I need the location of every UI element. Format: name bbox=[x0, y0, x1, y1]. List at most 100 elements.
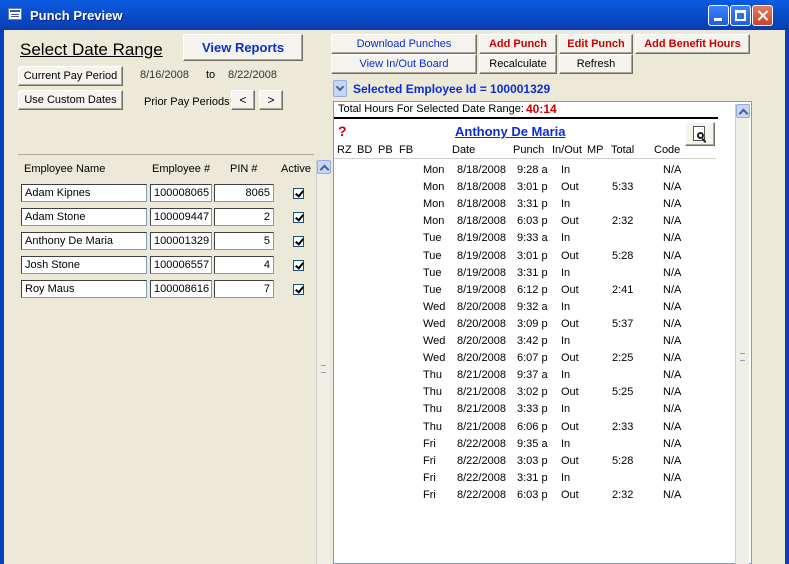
punch-in-out: Out bbox=[561, 215, 579, 228]
punch-in-out: Out bbox=[561, 454, 579, 467]
punch-in-out: Out bbox=[561, 181, 579, 194]
employee-name-field[interactable]: Adam Stone bbox=[21, 208, 147, 226]
window-title: Punch Preview bbox=[30, 8, 123, 23]
pin-field[interactable]: 8065 bbox=[214, 184, 274, 202]
col-date: Date bbox=[452, 144, 476, 156]
punch-code: N/A bbox=[663, 266, 682, 279]
punch-code: N/A bbox=[663, 215, 682, 228]
active-checkbox[interactable] bbox=[293, 260, 304, 271]
punch-code: N/A bbox=[663, 198, 682, 211]
punch-day: Tue bbox=[423, 249, 442, 262]
punch-time: 3:42 p bbox=[517, 335, 548, 347]
punch-date: 8/22/2008 bbox=[457, 471, 506, 484]
punch-total: 2:32 bbox=[612, 488, 634, 501]
punch-code: N/A bbox=[663, 454, 682, 467]
active-checkbox[interactable] bbox=[293, 212, 304, 223]
download-punches-button[interactable]: Download Punches bbox=[331, 34, 477, 54]
refresh-button[interactable]: Refresh bbox=[559, 54, 633, 74]
punch-list-scrollbar[interactable] bbox=[735, 104, 750, 564]
recalculate-button[interactable]: Recalculate bbox=[479, 54, 557, 74]
punch-date: 8/21/2008 bbox=[457, 386, 506, 399]
active-checkbox[interactable] bbox=[293, 236, 304, 247]
punch-in-out: Out bbox=[561, 420, 579, 433]
section-title: Select Date Range bbox=[20, 40, 163, 59]
employee-name-field[interactable]: Roy Maus bbox=[21, 280, 147, 298]
employee-number-field[interactable]: 100009447 bbox=[150, 208, 212, 226]
chevron-down-icon bbox=[335, 82, 345, 92]
punch-time: 6:06 p bbox=[517, 420, 548, 433]
scroll-grip-icon bbox=[321, 365, 326, 373]
punch-day: Wed bbox=[423, 352, 446, 365]
add-benefit-hours-button[interactable]: Add Benefit Hours bbox=[635, 34, 750, 54]
close-button[interactable] bbox=[752, 5, 773, 26]
punch-date: 8/19/2008 bbox=[457, 249, 506, 262]
punch-in-out: Out bbox=[561, 488, 579, 501]
punch-date: 8/20/2008 bbox=[457, 317, 506, 330]
employee-number-field[interactable]: 100001329 bbox=[150, 232, 212, 250]
col-punch: Punch bbox=[513, 144, 545, 156]
punch-time: 6:12 p bbox=[517, 283, 548, 296]
panel-top-rule bbox=[334, 117, 718, 119]
employee-name-field[interactable]: Josh Stone bbox=[21, 256, 147, 274]
punch-day: Thu bbox=[423, 403, 442, 416]
punch-time: 3:33 p bbox=[517, 403, 548, 416]
punch-in-out: Out bbox=[561, 283, 579, 296]
view-reports-button[interactable]: View Reports bbox=[183, 34, 303, 61]
pin-field[interactable]: 4 bbox=[214, 256, 274, 274]
punch-date: 8/18/2008 bbox=[457, 164, 506, 176]
employee-name-field[interactable]: Anthony De Maria bbox=[21, 232, 147, 250]
minimize-button[interactable] bbox=[708, 5, 729, 26]
scroll-up-icon[interactable] bbox=[317, 160, 331, 174]
employee-name-field[interactable]: Adam Kipnes bbox=[21, 184, 147, 202]
employee-number-field[interactable]: 100008616 bbox=[150, 280, 212, 298]
scroll-up-icon[interactable] bbox=[736, 104, 750, 118]
col-rz: RZ bbox=[337, 144, 352, 156]
col-bd: BD bbox=[357, 144, 373, 156]
punch-in-out: In bbox=[561, 471, 571, 484]
pin-field[interactable]: 2 bbox=[214, 208, 274, 226]
punch-total: 2:33 bbox=[612, 420, 634, 433]
employee-number-field[interactable]: 100006557 bbox=[150, 256, 212, 274]
active-checkbox[interactable] bbox=[293, 188, 304, 199]
punch-day: Wed bbox=[423, 300, 446, 313]
punch-total: 2:41 bbox=[612, 283, 634, 296]
prior-period-next-button[interactable]: > bbox=[259, 90, 283, 110]
current-pay-period-button[interactable]: Current Pay Period bbox=[18, 66, 123, 86]
employee-list-scrollbar[interactable] bbox=[316, 160, 331, 564]
punch-time: 3:09 p bbox=[517, 317, 548, 330]
pin-field[interactable]: 7 bbox=[214, 280, 274, 298]
use-custom-dates-button[interactable]: Use Custom Dates bbox=[18, 90, 123, 110]
employee-name-link[interactable]: Anthony De Maria bbox=[455, 124, 566, 139]
total-hours-value: 40:14 bbox=[526, 102, 557, 116]
title-bar[interactable]: Punch Preview bbox=[0, 0, 789, 30]
punch-code: N/A bbox=[663, 181, 682, 194]
employee-dropdown-button[interactable] bbox=[333, 80, 347, 97]
punch-date: 8/22/2008 bbox=[457, 488, 506, 501]
active-checkbox[interactable] bbox=[293, 284, 304, 295]
punch-day: Thu bbox=[423, 420, 442, 433]
prior-period-prev-button[interactable]: < bbox=[231, 90, 255, 110]
punch-in-out: Out bbox=[561, 352, 579, 365]
maximize-button[interactable] bbox=[730, 5, 751, 26]
punch-total: 5:37 bbox=[612, 317, 634, 330]
help-question-icon[interactable]: ? bbox=[338, 123, 347, 139]
punch-total: 2:32 bbox=[612, 215, 634, 228]
punch-in-out: In bbox=[561, 335, 571, 347]
add-punch-button[interactable]: Add Punch bbox=[479, 34, 557, 54]
col-mp: MP bbox=[587, 144, 604, 156]
punch-code: N/A bbox=[663, 386, 682, 399]
col-active: Active bbox=[281, 163, 311, 175]
punch-total: 2:25 bbox=[612, 352, 634, 365]
window-border-right bbox=[785, 30, 789, 564]
view-in-out-board-button[interactable]: View In/Out Board bbox=[331, 54, 477, 74]
employee-number-field[interactable]: 100008065 bbox=[150, 184, 212, 202]
print-preview-button[interactable] bbox=[685, 122, 715, 146]
edit-punch-button[interactable]: Edit Punch bbox=[559, 34, 633, 54]
punch-date: 8/21/2008 bbox=[457, 369, 506, 382]
pin-field[interactable]: 5 bbox=[214, 232, 274, 250]
punch-in-out: In bbox=[561, 403, 571, 416]
window-border-left bbox=[0, 30, 4, 564]
magnifier-handle-icon bbox=[701, 138, 707, 143]
punch-code: N/A bbox=[663, 283, 682, 296]
punch-day: Mon bbox=[423, 181, 445, 194]
